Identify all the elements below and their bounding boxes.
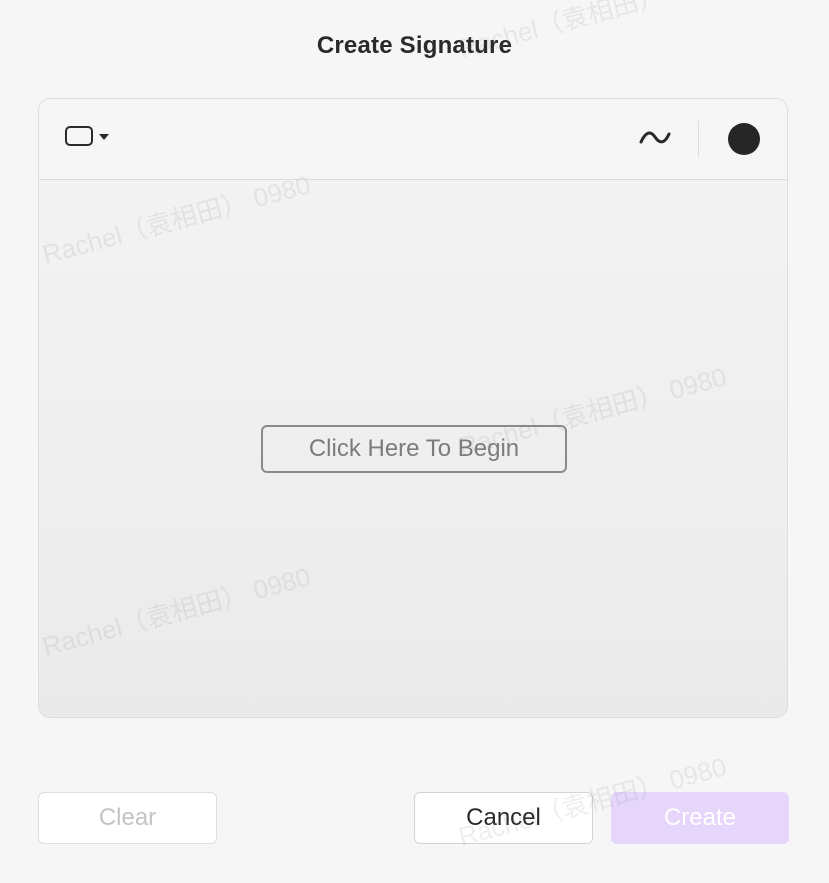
toolbar-divider	[698, 121, 699, 157]
cancel-button[interactable]: Cancel	[414, 792, 593, 844]
signature-toolbar	[39, 99, 787, 180]
stroke-tool-button[interactable]	[637, 123, 673, 153]
create-button[interactable]: Create	[611, 792, 789, 844]
create-signature-dialog: Create Signature Click Here To Begin Cle…	[0, 0, 829, 883]
clear-button[interactable]: Clear	[38, 792, 217, 844]
tilde-stroke-icon	[639, 131, 671, 144]
signature-canvas-panel: Click Here To Begin	[38, 98, 788, 718]
rounded-rectangle-icon	[65, 126, 93, 146]
dialog-title: Create Signature	[316, 32, 513, 59]
caret-down-icon	[99, 134, 109, 140]
color-swatch[interactable]	[728, 123, 760, 155]
click-to-begin-button[interactable]: Click Here To Begin	[261, 425, 567, 473]
shape-dropdown[interactable]	[65, 126, 109, 146]
